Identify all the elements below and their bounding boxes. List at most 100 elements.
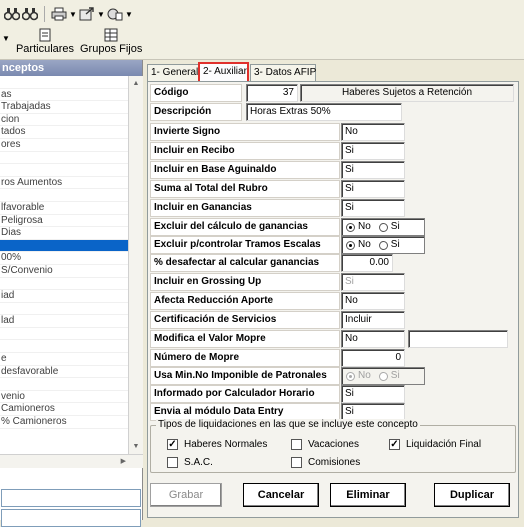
list-item[interactable]: Dias — [0, 227, 128, 240]
invierte-signo-field[interactable]: No — [341, 123, 405, 141]
grupos-fijos-button[interactable]: Grupos Fijos — [80, 26, 142, 58]
concepts-list[interactable]: as Trabajadas cion tados ores ros Aumentos lfa… — [0, 76, 128, 454]
list-item[interactable]: cion — [0, 114, 128, 127]
eliminar-button[interactable]: Eliminar — [330, 483, 406, 507]
checkbox-empty-icon — [167, 457, 178, 468]
list-item[interactable] — [0, 76, 128, 89]
reduccion-aporte-field[interactable]: No — [341, 292, 405, 310]
codigo-field[interactable]: 37 — [246, 84, 298, 102]
print-icon[interactable] — [51, 6, 67, 22]
binoculars-icon[interactable] — [4, 6, 20, 22]
list-item[interactable]: e — [0, 353, 128, 366]
incluir-recibo-field[interactable]: Si — [341, 142, 405, 160]
vacaciones-checkbox[interactable]: Vacaciones — [291, 439, 359, 450]
tools-dropdown-icon[interactable]: ▼ — [125, 10, 133, 19]
checkbox-label: Liquidación Final — [406, 439, 482, 450]
list-item[interactable]: tados — [0, 126, 128, 139]
left-input-1[interactable] — [1, 489, 141, 507]
concepts-panel: nceptos as Trabajadas cion tados ores ros Aum… — [0, 60, 143, 527]
list-item[interactable]: S/Convenio — [0, 265, 128, 278]
list-item[interactable]: Camioneros — [0, 403, 128, 417]
checkbox-empty-icon — [291, 439, 302, 450]
excluir-tramos-si-radio[interactable]: Si — [378, 237, 400, 253]
export-icon[interactable] — [79, 6, 95, 22]
grossing-up-label: Incluir en Grossing Up — [150, 273, 340, 291]
descripcion-field[interactable]: Horas Extras 50% — [246, 103, 402, 121]
incluir-ganancias-field[interactable]: Si — [341, 199, 405, 217]
base-aguinaldo-field[interactable]: Si — [341, 161, 405, 179]
reduccion-aporte-label: Afecta Reducción Aporte — [150, 292, 340, 310]
print-dropdown-icon[interactable]: ▼ — [69, 10, 77, 19]
certificacion-field[interactable]: Incluir — [341, 311, 405, 329]
export-dropdown-icon[interactable]: ▼ — [97, 10, 105, 19]
radio-selected-icon — [346, 222, 355, 232]
tools-icon[interactable] — [107, 6, 123, 22]
radio-empty-icon — [378, 222, 388, 232]
valor-mopre-field[interactable]: No — [341, 330, 405, 348]
excluir-ganancias-no-radio[interactable]: No — [346, 219, 371, 235]
tab-auxiliar[interactable]: 2- Auxiliar — [198, 62, 249, 82]
binoculars-next-icon[interactable] — [22, 6, 38, 22]
desafectar-field[interactable]: 0.00 — [341, 254, 393, 272]
concepts-vertical-scrollbar[interactable]: ▲ ▼ — [128, 76, 143, 454]
list-item[interactable]: as — [0, 89, 128, 102]
list-item[interactable]: desfavorable — [0, 366, 128, 379]
radio-label: No — [358, 239, 371, 250]
left-dropdown-icon[interactable]: ▼ — [2, 34, 10, 43]
particulares-button[interactable]: Particulares — [14, 26, 76, 58]
calculador-horario-label: Informado por Calculador Horario — [150, 385, 340, 403]
list-item[interactable]: ros Aumentos — [0, 177, 128, 190]
liquidacion-final-checkbox[interactable]: ✓ Liquidación Final — [389, 439, 481, 450]
list-item[interactable]: 00% — [0, 252, 128, 265]
left-input-2[interactable] — [1, 509, 141, 527]
list-item[interactable] — [0, 152, 128, 165]
tab-datos-afip[interactable]: 3- Datos AFIP — [250, 64, 316, 82]
cancelar-button[interactable]: Cancelar — [243, 483, 319, 507]
total-rubro-label: Suma al Total del Rubro — [150, 180, 340, 198]
list-item[interactable]: % Camioneros — [0, 416, 128, 429]
toolbar-separator — [44, 6, 45, 22]
min-no-imponible-no-radio[interactable]: No — [346, 368, 371, 384]
list-item[interactable]: Peligrosa — [0, 215, 128, 228]
scroll-up-icon[interactable]: ▲ — [129, 76, 143, 91]
scroll-right-icon[interactable]: ▶ — [121, 455, 126, 469]
list-item[interactable] — [0, 340, 128, 354]
list-item[interactable] — [0, 378, 128, 391]
list-item[interactable] — [0, 328, 128, 341]
excluir-ganancias-si-radio[interactable]: Si — [378, 219, 400, 235]
radio-empty-icon — [378, 240, 388, 250]
list-item[interactable]: venio — [0, 391, 128, 404]
haberes-normales-checkbox[interactable]: ✓ Haberes Normales — [167, 439, 267, 450]
grabar-button[interactable]: Grabar — [150, 483, 222, 507]
list-item[interactable]: Trabajadas — [0, 101, 128, 114]
grupos-fijos-label: Grupos Fijos — [80, 43, 143, 55]
checkbox-label: Comisiones — [308, 457, 361, 468]
calculador-horario-field[interactable]: Si — [341, 385, 405, 403]
list-item[interactable]: iad — [0, 290, 128, 303]
list-item[interactable]: lfavorable — [0, 202, 128, 215]
valor-mopre-extra-field[interactable] — [408, 330, 508, 348]
total-rubro-field[interactable]: Si — [341, 180, 405, 198]
concepts-horizontal-scrollbar[interactable]: ▶ — [0, 454, 143, 468]
min-no-imponible-si-radio[interactable]: Si — [378, 368, 400, 384]
comisiones-checkbox[interactable]: Comisiones — [291, 457, 360, 468]
list-item[interactable] — [0, 303, 128, 316]
sac-checkbox[interactable]: S.A.C. — [167, 457, 213, 468]
list-item[interactable]: lad — [0, 315, 128, 328]
list-item[interactable]: ores — [0, 139, 128, 152]
tab-general[interactable]: 1- General — [147, 64, 199, 82]
list-item[interactable] — [0, 278, 128, 291]
list-item[interactable] — [0, 164, 128, 177]
checkbox-checked-icon: ✓ — [389, 439, 400, 450]
scroll-down-icon[interactable]: ▼ — [129, 439, 143, 454]
descripcion-label: Descripción — [150, 103, 242, 121]
checkbox-empty-icon — [291, 457, 302, 468]
invierte-signo-label: Invierte Signo — [150, 123, 340, 141]
excluir-tramos-no-radio[interactable]: No — [346, 237, 371, 253]
duplicar-button[interactable]: Duplicar — [434, 483, 510, 507]
numero-mopre-field[interactable]: 0 — [341, 349, 405, 367]
min-no-imponible-radio-group: No Si — [341, 367, 425, 385]
grossing-up-field[interactable]: Si — [341, 273, 405, 291]
list-item[interactable] — [0, 239, 128, 253]
list-item[interactable] — [0, 189, 128, 202]
